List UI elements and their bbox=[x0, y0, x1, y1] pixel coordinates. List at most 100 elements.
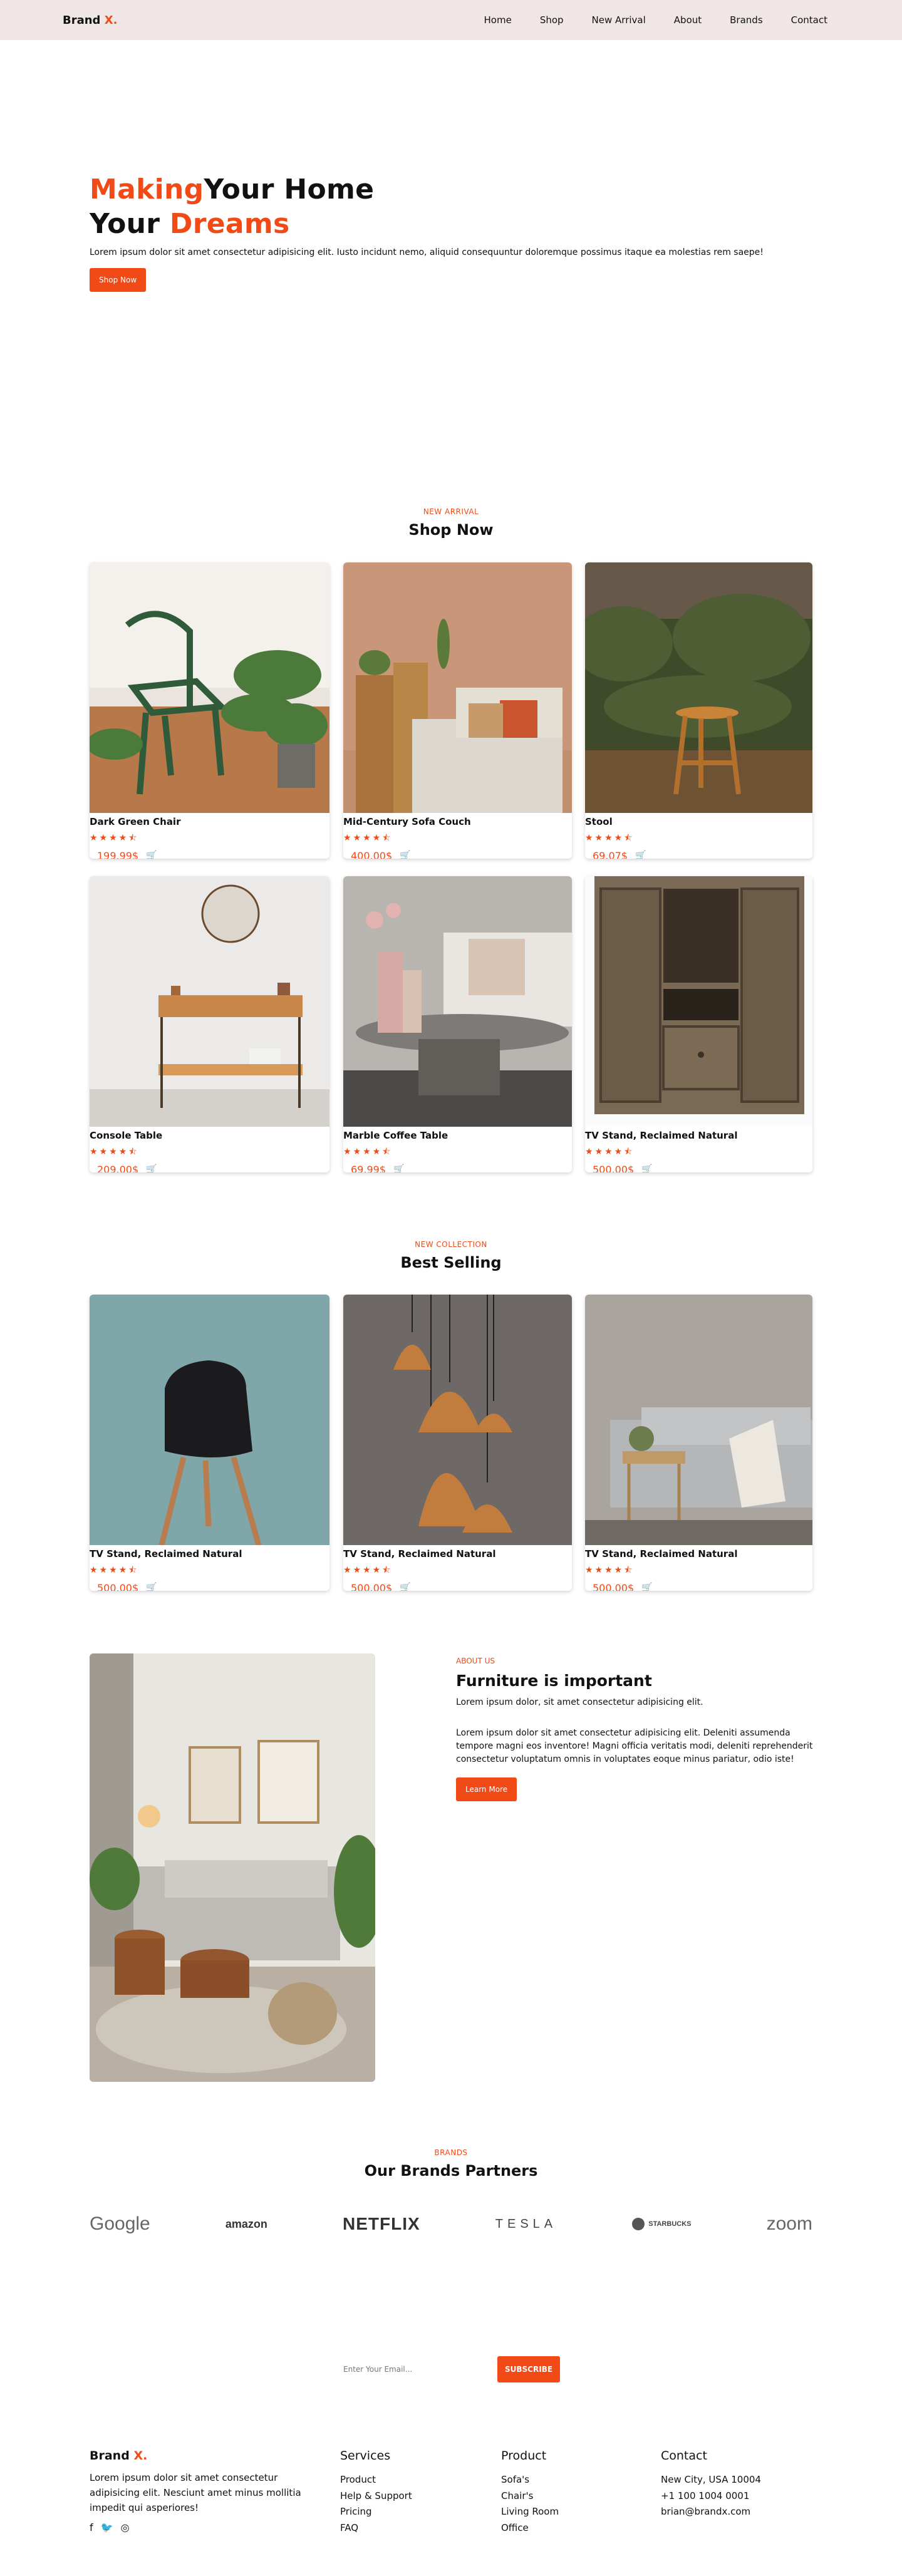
nav-item-brands[interactable]: Brands bbox=[730, 14, 763, 26]
about-section: ABOUT US Furniture is important Lorem ip… bbox=[456, 1657, 813, 1801]
product-card[interactable]: Marble Coffee Table ★★★★⯪ 69.99$ 🛒 bbox=[343, 876, 572, 1172]
product-image bbox=[343, 876, 572, 1127]
about-image bbox=[90, 1653, 375, 2082]
hero-section: MakingYour Home Your Dreams Lorem ipsum … bbox=[90, 172, 829, 292]
shop-section-header: NEW ARRIVAL Shop Now bbox=[0, 507, 902, 539]
learn-more-button[interactable]: Learn More bbox=[456, 1777, 517, 1801]
social-links: f 🐦 ◎ bbox=[90, 2522, 315, 2533]
about-text-1: Lorem ipsum dolor, sit amet consectetur … bbox=[456, 1697, 703, 1707]
cart-icon[interactable]: 🛒 bbox=[400, 1583, 410, 1591]
facebook-icon[interactable]: f bbox=[90, 2522, 93, 2533]
footer-link[interactable]: Office bbox=[501, 2520, 559, 2537]
product-name: TV Stand, Reclaimed Natural bbox=[585, 1548, 738, 1560]
contact-phone: +1 100 1004 0001 bbox=[661, 2490, 750, 2501]
cart-icon[interactable]: 🛒 bbox=[635, 851, 646, 859]
cart-icon[interactable]: 🛒 bbox=[393, 1164, 404, 1172]
footer-brand[interactable]: Brand X. bbox=[90, 2449, 315, 2463]
product-card[interactable]: Mid-Century Sofa Couch ★★★★⯪ 400.00$ 🛒 bbox=[343, 562, 572, 859]
product-image bbox=[90, 562, 329, 813]
footer-link[interactable]: Living Room bbox=[501, 2504, 559, 2520]
product-image bbox=[343, 562, 572, 813]
product-card[interactable]: Stool ★★★★⯪ 69.07$ 🛒 bbox=[585, 562, 812, 859]
footer-link[interactable]: Product bbox=[340, 2472, 412, 2488]
product-name: TV Stand, Reclaimed Natural bbox=[585, 1130, 738, 1141]
product-price: 69.07$ bbox=[593, 849, 628, 859]
cart-icon[interactable]: 🛒 bbox=[641, 1164, 652, 1172]
product-card[interactable]: TV Stand, Reclaimed Natural ★★★★⯪ 500.00… bbox=[585, 1295, 812, 1591]
star-rating: ★★★★⯪ bbox=[343, 1146, 393, 1157]
cart-icon[interactable]: 🛒 bbox=[146, 1583, 157, 1591]
footer-link[interactable]: Help & Support bbox=[340, 2488, 412, 2505]
product-price: 209.00$ bbox=[97, 1163, 139, 1173]
nav-item-shop[interactable]: Shop bbox=[540, 14, 564, 26]
product-image bbox=[343, 1295, 572, 1545]
twitter-icon[interactable]: 🐦 bbox=[101, 2522, 113, 2533]
best-section-header: NEW COLLECTION Best Selling bbox=[0, 1240, 902, 1271]
about-kicker: ABOUT US bbox=[456, 1657, 495, 1665]
hero-title: MakingYour Home Your Dreams bbox=[90, 173, 375, 240]
footer-link[interactable]: Pricing bbox=[340, 2504, 412, 2520]
product-card[interactable]: TV Stand, Reclaimed Natural ★★★★⯪ 500.00… bbox=[585, 876, 812, 1172]
nav-item-contact[interactable]: Contact bbox=[791, 14, 827, 26]
cart-icon[interactable]: 🛒 bbox=[400, 851, 410, 859]
tesla-logo: TESLA bbox=[495, 2216, 557, 2231]
netflix-logo: NETFLIX bbox=[343, 2214, 420, 2233]
product-name: Marble Coffee Table bbox=[343, 1130, 448, 1141]
star-rating: ★★★★⯪ bbox=[585, 832, 635, 843]
contact-email[interactable]: brian@brandx.com bbox=[661, 2504, 761, 2520]
product-price: 199.99$ bbox=[97, 849, 139, 859]
product-card[interactable]: TV Stand, Reclaimed Natural ★★★★⯪ 500.00… bbox=[90, 1295, 329, 1591]
star-rating: ★★★★⯪ bbox=[343, 1565, 393, 1575]
nav-item-new-arrival[interactable]: New Arrival bbox=[592, 14, 646, 26]
star-rating: ★★★★⯪ bbox=[585, 1146, 635, 1157]
zoom-logo: zoom bbox=[766, 2213, 812, 2234]
brands-section-header: BRANDS Our Brands Partners bbox=[0, 2148, 902, 2180]
shop-kicker: NEW ARRIVAL bbox=[423, 507, 479, 516]
email-input[interactable] bbox=[334, 2355, 497, 2384]
product-image bbox=[585, 876, 812, 1127]
amazon-logo: amazon bbox=[225, 2217, 267, 2230]
subscribe-button[interactable]: SUBSCRIBE bbox=[497, 2356, 561, 2382]
nav-item-about[interactable]: About bbox=[674, 14, 702, 26]
shop-now-button[interactable]: Shop Now bbox=[90, 268, 147, 292]
nav-menu: Home Shop New Arrival About Brands Conta… bbox=[484, 14, 827, 26]
product-image bbox=[585, 1295, 812, 1545]
footer-brand-col: Brand X. Lorem ipsum dolor sit amet cons… bbox=[90, 2449, 315, 2533]
product-name: TV Stand, Reclaimed Natural bbox=[343, 1548, 496, 1560]
footer-link[interactable]: Chair's bbox=[501, 2488, 559, 2505]
nav-item-home[interactable]: Home bbox=[484, 14, 512, 26]
footer-services-col: Services Product Help & Support Pricing … bbox=[340, 2449, 412, 2536]
footer-link[interactable]: Sofa's bbox=[501, 2472, 559, 2488]
product-name: Console Table bbox=[90, 1130, 163, 1141]
product-name: TV Stand, Reclaimed Natural bbox=[90, 1548, 242, 1560]
product-name: Stool bbox=[585, 816, 613, 827]
star-rating: ★★★★⯪ bbox=[585, 1565, 635, 1575]
star-rating: ★★★★⯪ bbox=[90, 1146, 139, 1157]
product-price: 500.00$ bbox=[593, 1581, 635, 1591]
cart-icon[interactable]: 🛒 bbox=[641, 1583, 652, 1591]
google-logo: Google bbox=[90, 2213, 150, 2234]
about-text-2: Lorem ipsum dolor sit amet consectetur a… bbox=[456, 1728, 813, 1764]
best-title: Best Selling bbox=[400, 1254, 502, 1271]
cart-icon[interactable]: 🛒 bbox=[146, 1164, 157, 1172]
brands-title: Our Brands Partners bbox=[364, 2162, 538, 2180]
cart-icon[interactable]: 🛒 bbox=[146, 851, 157, 859]
product-name: Mid-Century Sofa Couch bbox=[343, 816, 471, 827]
product-card[interactable]: Console Table ★★★★⯪ 209.00$ 🛒 bbox=[90, 876, 329, 1172]
product-image bbox=[90, 1295, 329, 1545]
product-price: 69.99$ bbox=[351, 1163, 386, 1173]
brand-logo[interactable]: Brand X. bbox=[63, 14, 117, 27]
footer-product-title: Product bbox=[501, 2449, 547, 2463]
starbucks-logo: STARBUCKS bbox=[632, 2218, 692, 2230]
product-card[interactable]: Dark Green Chair ★★★★⯪ 199.99$ 🛒 bbox=[90, 562, 329, 859]
hero-text: Lorem ipsum dolor sit amet consectetur a… bbox=[90, 247, 764, 257]
footer-description: Lorem ipsum dolor sit amet consectetur a… bbox=[90, 2472, 301, 2513]
subscribe-form: SUBSCRIBE bbox=[334, 2355, 561, 2384]
brands-kicker: BRANDS bbox=[434, 2148, 468, 2157]
product-price: 400.00$ bbox=[351, 849, 393, 859]
product-price: 500.00$ bbox=[593, 1163, 635, 1173]
footer-link[interactable]: FAQ bbox=[340, 2520, 412, 2537]
instagram-icon[interactable]: ◎ bbox=[121, 2522, 130, 2533]
product-card[interactable]: TV Stand, Reclaimed Natural ★★★★⯪ 500.00… bbox=[343, 1295, 572, 1591]
contact-address: New City, USA 10004 bbox=[661, 2474, 761, 2485]
